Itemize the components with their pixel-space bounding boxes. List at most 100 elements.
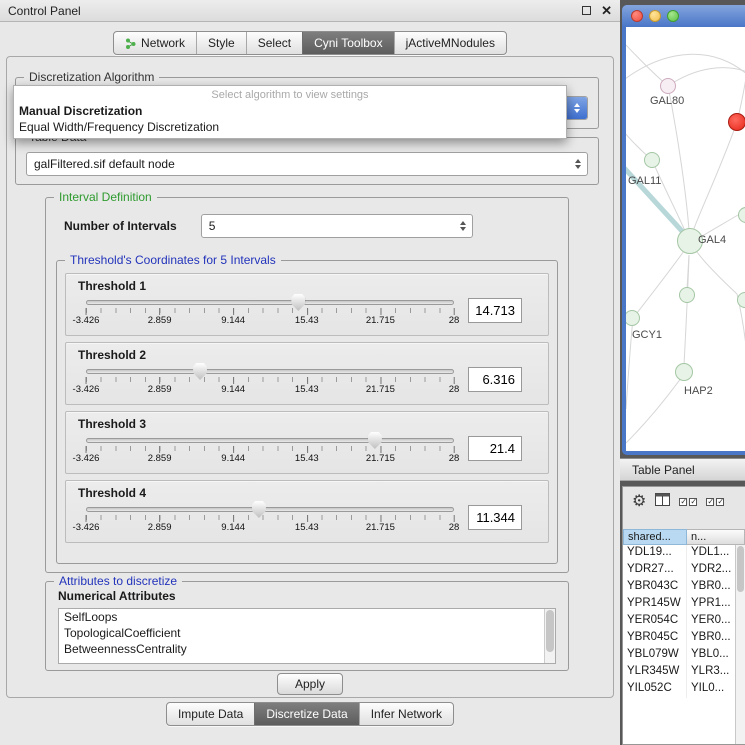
cell[interactable]: YDR27... (623, 562, 687, 579)
thresholds-group-title: Threshold's Coordinates for 5 Intervals (65, 253, 281, 267)
slider-track[interactable] (86, 507, 454, 512)
cell[interactable]: YBR043C (623, 579, 687, 596)
node-label: GAL11 (628, 175, 661, 187)
threshold-3-value-field[interactable] (468, 436, 522, 461)
cell[interactable]: YBR0... (687, 630, 735, 647)
tab-impute-data[interactable]: Impute Data (167, 703, 254, 725)
select-all-columns-icon[interactable] (679, 498, 697, 506)
cell[interactable]: YIL052C (623, 681, 687, 698)
table-row[interactable]: YER054CYER0... (623, 613, 735, 630)
threshold-4-label: Threshold 4 (78, 486, 536, 500)
network-node[interactable] (644, 152, 660, 168)
slider-track[interactable] (86, 438, 454, 443)
table-row[interactable]: YDR27...YDR2... (623, 562, 735, 579)
cell[interactable]: YBL0... (687, 647, 735, 664)
titlebar-icons: ✕ (582, 4, 612, 17)
list-item[interactable]: BetweennessCentrality (59, 641, 555, 657)
network-node[interactable] (679, 287, 695, 303)
table-data-combobox[interactable]: galFiltered.sif default node (26, 152, 588, 176)
cell[interactable]: YBR0... (687, 579, 735, 596)
cell[interactable]: YER0... (687, 613, 735, 630)
cell[interactable]: YPR145W (623, 596, 687, 613)
number-of-intervals-combobox[interactable]: 5 (201, 214, 473, 238)
cell[interactable]: YDL1... (687, 545, 735, 562)
network-node[interactable] (660, 78, 676, 94)
table-row[interactable]: YPR145WYPR1... (623, 596, 735, 613)
control-panel: Control Panel ✕ (0, 0, 620, 745)
cell[interactable]: YDR2... (687, 562, 735, 579)
threshold-3-slider[interactable]: -3.426 2.859 9.144 15.43 21.715 28 (86, 431, 454, 469)
table-row[interactable]: YLR345WYLR3... (623, 664, 735, 681)
scrollbar-thumb[interactable] (546, 610, 554, 652)
network-node-selected[interactable] (728, 113, 745, 131)
tab-select-label: Select (258, 36, 291, 50)
dropdown-option-manual-discretization[interactable]: Manual Discretization (14, 103, 566, 119)
scale-label: 15.43 (295, 453, 319, 464)
threshold-4-value-field[interactable] (468, 505, 522, 530)
threshold-2-value-field[interactable] (468, 367, 522, 392)
columns-layout-icon[interactable] (655, 493, 670, 511)
slider-track[interactable] (86, 300, 454, 305)
tab-select[interactable]: Select (246, 32, 302, 54)
cell[interactable]: YDL19... (623, 545, 687, 562)
tab-network[interactable]: Network (114, 32, 196, 54)
cell[interactable]: YBR045C (623, 630, 687, 647)
table-row[interactable]: YIL052CYIL0... (623, 681, 735, 698)
table-row[interactable]: YDL19...YDL1... (623, 545, 735, 562)
table-scrollbar[interactable] (735, 545, 745, 744)
close-traffic-light-icon[interactable] (631, 10, 643, 22)
network-window-titlebar[interactable] (622, 5, 745, 27)
list-item[interactable]: TopologicalCoefficient (59, 625, 555, 641)
control-panel-title: Control Panel (8, 4, 582, 18)
scale-label: -3.426 (73, 522, 100, 533)
cell[interactable]: YIL0... (687, 681, 735, 698)
column-header-name[interactable]: n... (687, 529, 745, 545)
gear-icon[interactable]: ⚙ (632, 494, 646, 510)
float-window-icon[interactable] (582, 6, 591, 15)
table-panel-header: Table Panel (620, 458, 745, 481)
slider-ticks (86, 515, 454, 520)
tab-style[interactable]: Style (196, 32, 246, 54)
table-data-combobox-value: galFiltered.sif default node (34, 157, 569, 171)
threshold-1-slider[interactable]: -3.426 2.859 9.144 15.43 21.715 28 (86, 293, 454, 331)
select-visible-columns-icon[interactable] (706, 498, 724, 506)
table-row[interactable]: YBR045CYBR0... (623, 630, 735, 647)
scale-label: 15.43 (295, 315, 319, 326)
tab-infer-network[interactable]: Infer Network (359, 703, 453, 725)
slider-scale: -3.426 2.859 9.144 15.43 21.715 28 (86, 314, 454, 326)
attributes-list[interactable]: SelfLoops TopologicalCoefficient Between… (58, 608, 556, 664)
cell[interactable]: YLR3... (687, 664, 735, 681)
column-header-shared[interactable]: shared... (623, 529, 687, 545)
cell[interactable]: YER054C (623, 613, 687, 630)
scale-label: 28 (449, 384, 460, 395)
scale-label: 21.715 (366, 315, 395, 326)
table-row[interactable]: YBR043CYBR0... (623, 579, 735, 596)
scale-label: 2.859 (148, 453, 172, 464)
tab-jactivemodules[interactable]: jActiveMNodules (394, 32, 506, 54)
scrollbar-thumb[interactable] (737, 546, 744, 592)
algorithm-dropdown-list: Select algorithm to view settings Manual… (13, 85, 567, 139)
attributes-list-scrollbar[interactable] (544, 609, 555, 663)
tab-discretize-data[interactable]: Discretize Data (254, 703, 358, 725)
threshold-1-value-field[interactable] (468, 298, 522, 323)
cell[interactable]: YPR1... (687, 596, 735, 613)
scale-label: -3.426 (73, 384, 100, 395)
tab-network-label: Network (141, 36, 185, 50)
dropdown-option-equal-width-frequency[interactable]: Equal Width/Frequency Discretization (14, 119, 566, 135)
threshold-2-slider[interactable]: -3.426 2.859 9.144 15.43 21.715 28 (86, 362, 454, 400)
close-icon[interactable]: ✕ (601, 4, 612, 17)
tab-cyni-toolbox[interactable]: Cyni Toolbox (302, 32, 393, 54)
table-row[interactable]: YBL079WYBL0... (623, 647, 735, 664)
threshold-4-box: Threshold 4 -3.426 2.859 9.144 1 (65, 480, 549, 543)
list-item[interactable]: SelfLoops (59, 609, 555, 625)
cell[interactable]: YBL079W (623, 647, 687, 664)
network-canvas[interactable]: GAL80 GAL11 GAL4 GCY1 HAP2 (626, 27, 745, 451)
minimize-traffic-light-icon[interactable] (649, 10, 661, 22)
network-node[interactable] (675, 363, 693, 381)
threshold-1-box: Threshold 1 -3.426 2.859 9.144 1 (65, 273, 549, 336)
apply-button[interactable]: Apply (277, 673, 343, 695)
cell[interactable]: YLR345W (623, 664, 687, 681)
slider-track[interactable] (86, 369, 454, 374)
zoom-traffic-light-icon[interactable] (667, 10, 679, 22)
threshold-4-slider[interactable]: -3.426 2.859 9.144 15.43 21.715 28 (86, 500, 454, 538)
